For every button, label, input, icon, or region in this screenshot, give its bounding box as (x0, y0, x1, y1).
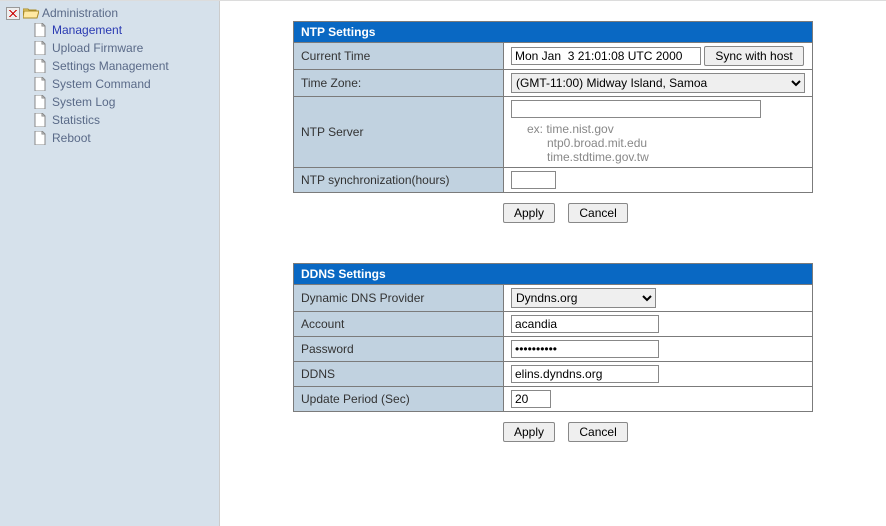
ntp-server-examples: ex: time.nist.gov ntp0.broad.mit.edu tim… (527, 122, 805, 164)
file-icon (34, 59, 47, 73)
ntp-header: NTP Settings (294, 22, 813, 43)
ddns-domain-label: DDNS (294, 362, 504, 387)
ddns-apply-button[interactable]: Apply (503, 422, 555, 442)
ntp-apply-button[interactable]: Apply (503, 203, 555, 223)
sidebar: Administration Management Upload Firmwar… (0, 1, 220, 526)
ddns-update-label: Update Period (Sec) (294, 387, 504, 412)
sync-with-host-button[interactable]: Sync with host (704, 46, 803, 66)
main-content: NTP Settings Current Time Sync with host… (220, 1, 886, 526)
ddns-provider-select[interactable]: Dyndns.org (511, 288, 656, 308)
ddns-password-label: Password (294, 337, 504, 362)
sidebar-item-upload-firmware[interactable]: Upload Firmware (52, 41, 143, 55)
sidebar-item-system-log[interactable]: System Log (52, 95, 115, 109)
ddns-password-field[interactable] (511, 340, 659, 358)
sidebar-item-system-command[interactable]: System Command (52, 77, 151, 91)
file-icon (34, 77, 47, 91)
sidebar-item-statistics[interactable]: Statistics (52, 113, 100, 127)
ntp-settings-panel: NTP Settings Current Time Sync with host… (293, 21, 813, 193)
tree-toggle-icon[interactable] (6, 7, 20, 20)
time-zone-select[interactable]: (GMT-11:00) Midway Island, Samoa (511, 73, 805, 93)
current-time-label: Current Time (294, 43, 504, 70)
ddns-header: DDNS Settings (294, 264, 813, 285)
sidebar-item-reboot[interactable]: Reboot (52, 131, 91, 145)
file-icon (34, 95, 47, 109)
file-icon (34, 131, 47, 145)
time-zone-label: Time Zone: (294, 70, 504, 97)
ntp-server-field[interactable] (511, 100, 761, 118)
ddns-settings-panel: DDNS Settings Dynamic DNS Provider Dyndn… (293, 263, 813, 412)
sidebar-root-label: Administration (42, 6, 118, 20)
ddns-domain-field[interactable] (511, 365, 659, 383)
sidebar-item-management[interactable]: Management (52, 23, 122, 37)
ntp-sync-field[interactable] (511, 171, 556, 189)
ntp-cancel-button[interactable]: Cancel (568, 203, 627, 223)
file-icon (34, 41, 47, 55)
current-time-field[interactable] (511, 47, 701, 65)
file-icon (34, 23, 47, 37)
ddns-update-field[interactable] (511, 390, 551, 408)
sidebar-item-settings-management[interactable]: Settings Management (52, 59, 169, 73)
file-icon (34, 113, 47, 127)
ntp-sync-label: NTP synchronization(hours) (294, 168, 504, 193)
ntp-server-label: NTP Server (294, 97, 504, 168)
folder-open-icon (23, 7, 39, 20)
ddns-provider-label: Dynamic DNS Provider (294, 285, 504, 312)
ddns-account-field[interactable] (511, 315, 659, 333)
ddns-cancel-button[interactable]: Cancel (568, 422, 627, 442)
ddns-account-label: Account (294, 312, 504, 337)
